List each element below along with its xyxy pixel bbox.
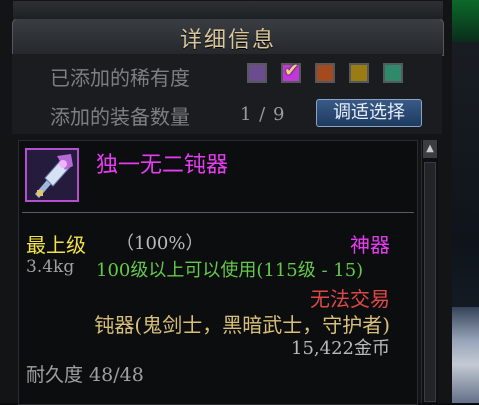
adjust-selection-button[interactable]: 调适选择 <box>316 99 422 127</box>
item-level-requirement: 100级以上可以使用(115级 - 15) <box>96 260 364 281</box>
tooltip-divider <box>22 212 414 213</box>
item-durability: 耐久度 48/48 <box>26 364 144 386</box>
rarity-swatch-artifact[interactable] <box>281 60 301 83</box>
weapon-art-icon <box>27 150 77 200</box>
background-scene-top <box>452 0 479 42</box>
rarity-swatch-legendary[interactable] <box>315 63 335 83</box>
background-scene <box>452 0 479 403</box>
titlebar-tab-strip <box>13 1 443 19</box>
rarity-swatch-epic[interactable] <box>349 63 369 83</box>
item-name: 独一无二钝器 <box>96 153 229 178</box>
item-price: 15,422金币 <box>291 338 390 359</box>
window-title: 详细信息 <box>179 28 276 53</box>
equip-count-label: 添加的装备数量 <box>50 105 190 129</box>
scrollbar[interactable]: ▲ <box>421 140 438 403</box>
blunt-weapon-icon <box>25 148 79 202</box>
item-weight: 3.4kg <box>26 257 75 277</box>
item-grade-percent: （100%） <box>116 233 204 254</box>
background-scene-bottom <box>452 307 479 403</box>
scrollbar-thumb[interactable] <box>424 162 436 402</box>
rarity-filter-label: 已添加的稀有度 <box>50 66 190 90</box>
rarity-swatch-uncommon[interactable] <box>247 63 267 83</box>
window-titlebar[interactable]: 详细信息 <box>12 1 444 56</box>
scroll-up-icon[interactable]: ▲ <box>423 140 437 158</box>
rarity-swatch-set[interactable] <box>383 63 403 83</box>
equip-count-value: 1 / 9 <box>240 104 286 125</box>
item-rarity: 神器 <box>350 233 390 257</box>
item-grade: 最上级 <box>26 233 86 257</box>
item-trade-status: 无法交易 <box>310 287 390 311</box>
item-detail-window: 详细信息 已添加的稀有度 添加的装备数量 1 / 9 调适选择 ▲ 独一无二钝器… <box>0 0 453 405</box>
